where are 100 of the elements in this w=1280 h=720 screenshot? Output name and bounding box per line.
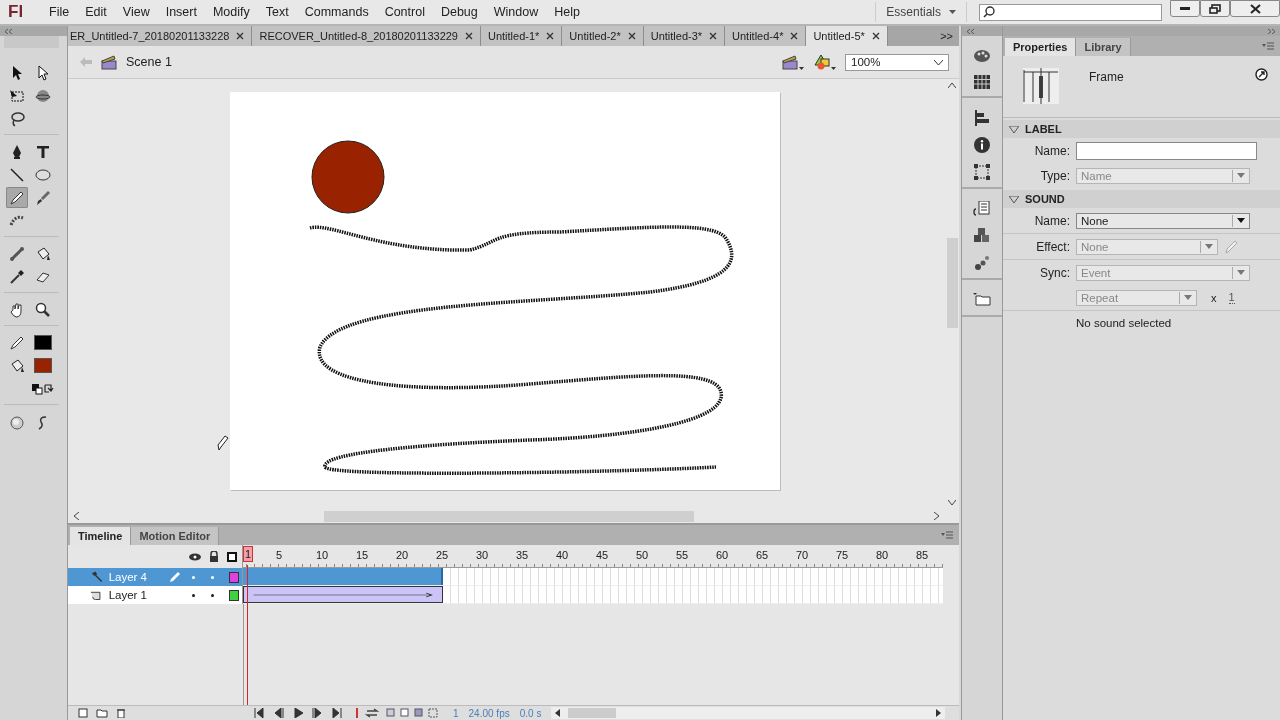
restore-icon (1209, 3, 1221, 14)
current-frame: 1 (453, 707, 459, 719)
document-tab[interactable]: Untitled-2* (562, 26, 644, 46)
close-icon[interactable] (236, 32, 245, 40)
lock-icon[interactable] (209, 551, 219, 562)
horizontal-scrollbar[interactable] (551, 707, 945, 719)
close-icon[interactable] (871, 32, 880, 40)
elapsed-time: 0.0 s (519, 707, 542, 719)
zoom-dropdown[interactable]: 100% (845, 53, 949, 71)
menu-item[interactable]: Modify (204, 2, 258, 22)
playback-controls-icon[interactable] (253, 708, 343, 718)
close-button[interactable] (1230, 0, 1280, 17)
document-tab[interactable]: Untitled-4* (725, 26, 807, 46)
edit-symbols-icon[interactable] (813, 53, 837, 71)
menu-item[interactable]: File (41, 2, 78, 22)
restore-button[interactable] (1200, 0, 1230, 17)
motion-presets-icon[interactable] (974, 255, 990, 271)
align-icon[interactable] (974, 110, 990, 126)
layer-color-swatch[interactable] (228, 589, 239, 601)
collapse-icon[interactable] (967, 28, 974, 34)
motion-tween-span[interactable] (243, 586, 443, 603)
close-icon[interactable] (546, 32, 555, 40)
menu-item[interactable]: Edit (77, 2, 115, 22)
external-link-icon[interactable] (1255, 68, 1268, 81)
palette-icon[interactable] (973, 48, 991, 64)
collapse-icon[interactable] (5, 28, 12, 34)
pencil-stroke[interactable] (309, 225, 733, 475)
outline-icon[interactable] (227, 551, 237, 562)
layer-row[interactable]: Layer 1 (68, 586, 243, 604)
panel-tab[interactable]: Timeline (70, 527, 132, 545)
menu-item[interactable]: Debug (432, 2, 486, 22)
document-tab[interactable]: Untitled-5* (806, 26, 888, 46)
frame-ruler[interactable]: 1 5 10 15 20 25 30 35 40 45 50 55 60 65 70 75 80 85 (243, 545, 943, 568)
frame-thumbnail-icon (1023, 68, 1059, 104)
circle-shape[interactable] (311, 140, 385, 214)
panel-tab[interactable]: Motion Editor (131, 527, 220, 545)
right-arrow-icon[interactable] (936, 709, 941, 717)
stage-canvas[interactable] (230, 92, 780, 490)
tab-overflow-button[interactable]: >> (934, 26, 959, 46)
text-field[interactable] (1076, 141, 1257, 160)
search-field[interactable] (979, 3, 1162, 21)
disclosure-triangle-icon[interactable] (1009, 195, 1019, 203)
scroll-thumb[interactable] (946, 238, 958, 328)
close-icon[interactable] (465, 32, 473, 40)
frame-number: 25 (435, 549, 450, 562)
expand-icon[interactable] (1268, 28, 1275, 34)
document-tab[interactable]: RECOVER_Untitled-8_20180201133229 (252, 26, 481, 46)
menu-item[interactable]: Window (485, 2, 547, 22)
document-tab[interactable]: Untitled-1* (481, 26, 563, 46)
workspace-dropdown[interactable]: Essentials (875, 2, 967, 22)
fill-color-swatch[interactable] (34, 358, 52, 373)
close-icon[interactable] (709, 32, 718, 40)
swatches-grid-icon[interactable] (974, 75, 990, 89)
document-tab[interactable]: Untitled-3* (643, 26, 726, 46)
layer-color-swatch[interactable] (228, 571, 239, 583)
close-icon[interactable] (627, 32, 636, 40)
disclosure-triangle-icon[interactable] (1009, 125, 1019, 133)
panel-tab[interactable]: Library (1076, 38, 1131, 56)
minimize-button[interactable] (1170, 0, 1200, 17)
menu-item[interactable]: Commands (296, 2, 377, 22)
frame-number: 55 (675, 549, 690, 562)
stroke-color-swatch[interactable] (34, 335, 52, 350)
project-folder-icon[interactable] (973, 292, 991, 308)
menu-item[interactable]: Text (257, 2, 297, 22)
dropdown[interactable]: None (1076, 212, 1250, 229)
scroll-thumb[interactable] (324, 510, 694, 522)
frame-number: 40 (555, 549, 570, 562)
eye-icon[interactable] (189, 552, 201, 561)
menu-item[interactable]: Control (376, 2, 433, 22)
left-arrow-icon[interactable] (555, 709, 561, 717)
document-tab[interactable]: ER_Untitled-7_20180201133228 (68, 26, 253, 46)
transform-icon[interactable] (974, 164, 990, 180)
swap-colors-icon[interactable] (32, 381, 54, 396)
caret-icon (949, 10, 956, 14)
search-icon (983, 6, 995, 18)
section-header[interactable]: SOUND (1003, 190, 1280, 208)
trash-icon[interactable] (116, 708, 126, 718)
code-snippets-icon[interactable] (973, 201, 991, 217)
menu-item[interactable]: View (114, 2, 158, 22)
panel-menu-icon[interactable] (941, 531, 953, 539)
new-layer-icon[interactable] (78, 708, 88, 718)
info-icon[interactable] (974, 137, 990, 153)
section-header[interactable]: LABEL (1003, 120, 1280, 138)
components-icon[interactable] (974, 228, 990, 244)
menu-item[interactable]: Insert (157, 2, 205, 22)
frame-number: 15 (355, 549, 370, 562)
frame-number: 20 (395, 549, 410, 562)
frame-number: 10 (315, 549, 330, 562)
scroll-thumb[interactable] (568, 708, 617, 718)
panel-menu-icon[interactable] (1262, 42, 1274, 50)
scene-label[interactable]: Scene 1 (126, 55, 172, 69)
object-drawing-icon[interactable] (9, 415, 25, 431)
folder-icon[interactable] (96, 708, 108, 718)
edit-scene-icon[interactable] (781, 53, 805, 71)
caret-icon (1205, 244, 1213, 249)
close-icon[interactable] (790, 32, 799, 40)
target-type: Frame (1089, 70, 1124, 84)
hammer-icon (90, 571, 103, 583)
menu-item[interactable]: Help (546, 2, 588, 22)
panel-tab[interactable]: Properties (1005, 38, 1077, 56)
